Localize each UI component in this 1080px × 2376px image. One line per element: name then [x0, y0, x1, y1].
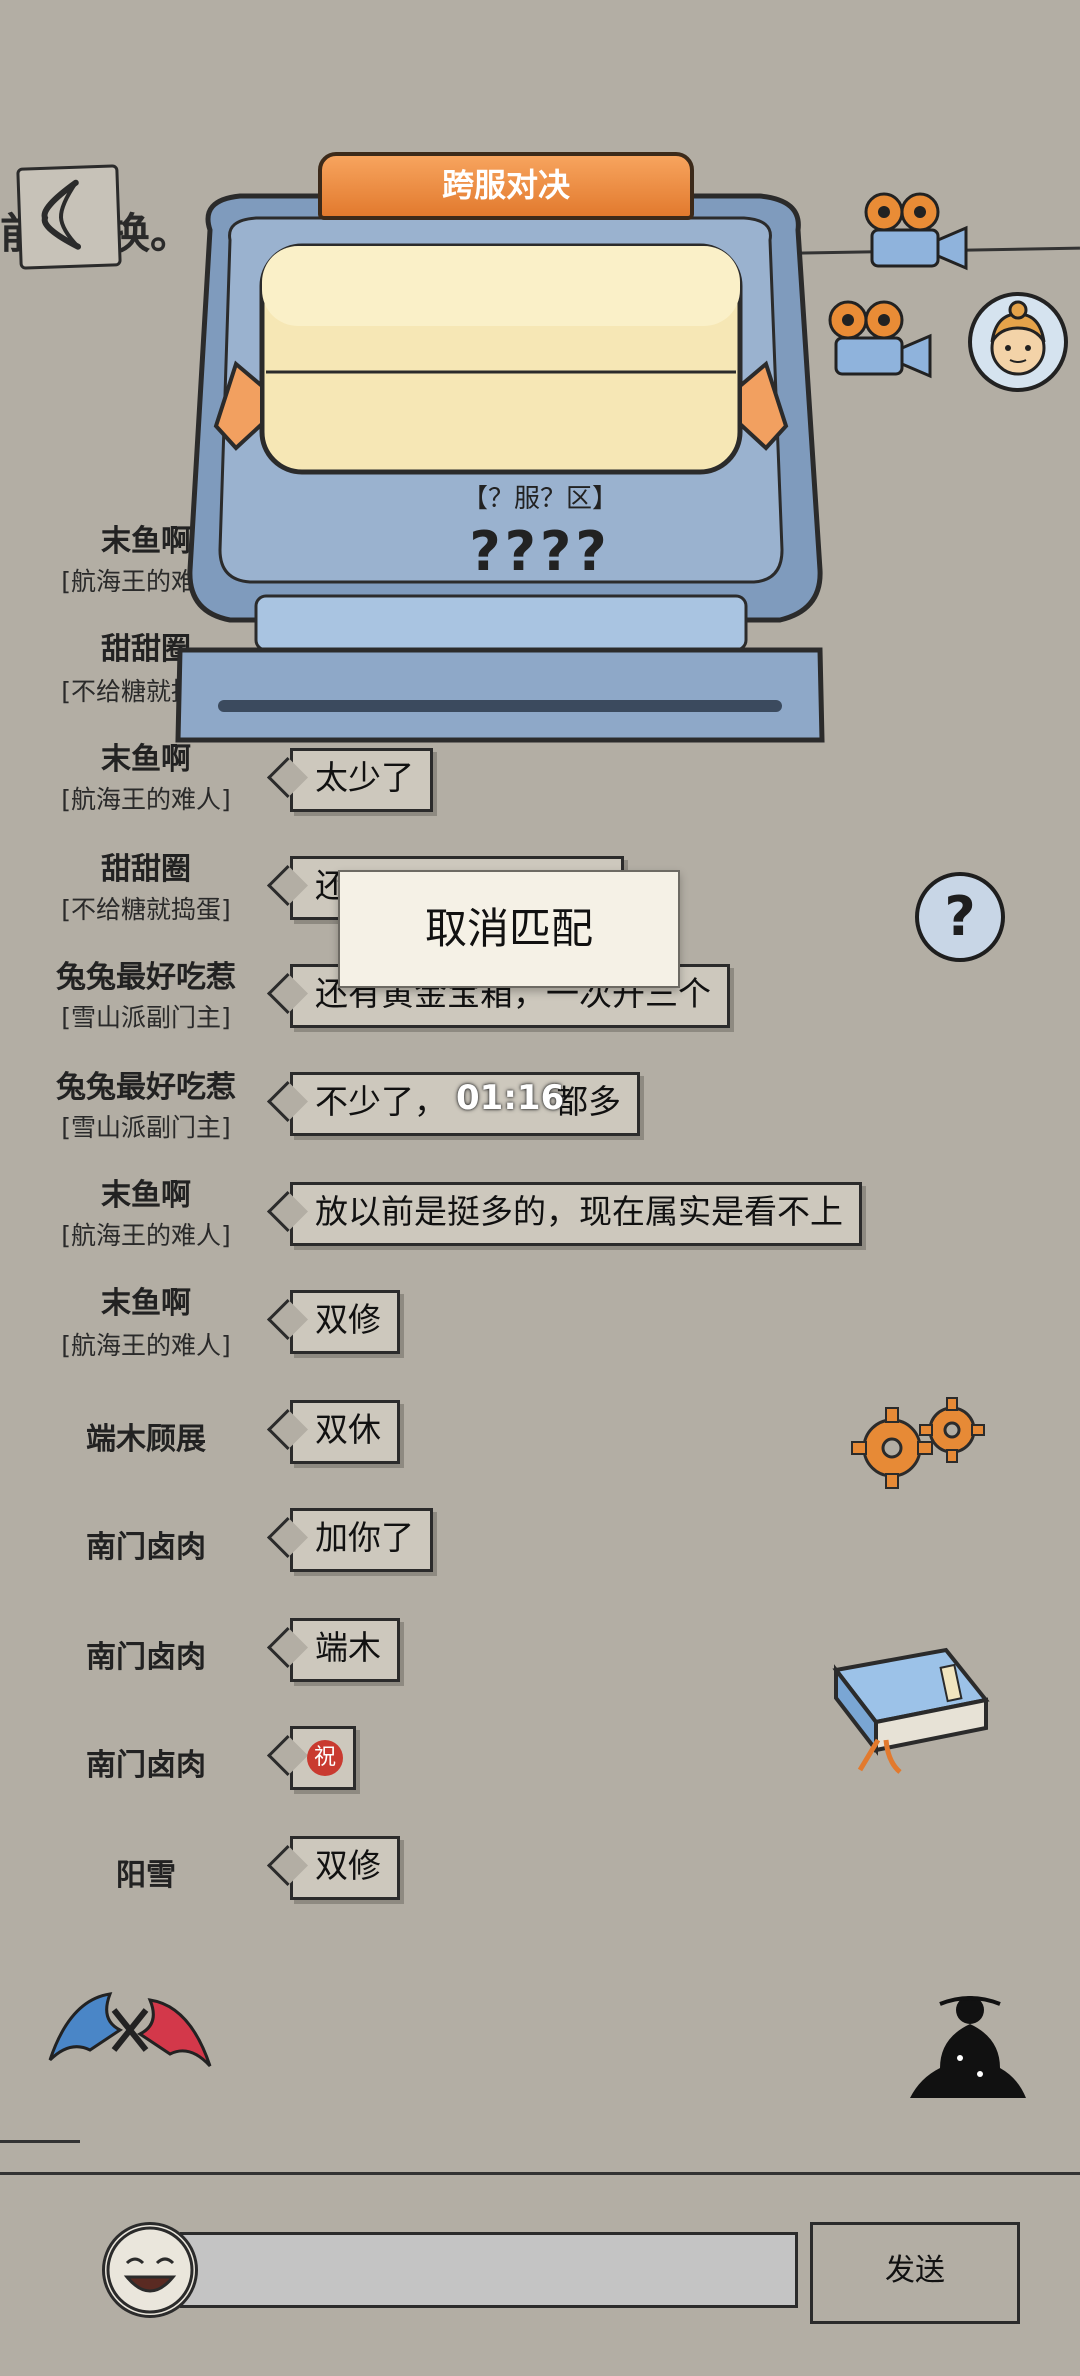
chat-message: 双休 — [315, 1410, 381, 1449]
match-timer: 01:16 — [456, 1078, 565, 1118]
divider-line — [0, 2172, 1080, 2175]
chat-message-bubble: 太少了 — [290, 748, 433, 812]
chat-message: 加你了 — [315, 1518, 414, 1557]
chat-message-bubble: 双休 — [290, 1400, 400, 1464]
chat-message: 端木 — [315, 1628, 381, 1667]
back-button[interactable] — [16, 164, 122, 270]
chat-message-end: 都多 — [555, 1082, 621, 1121]
chat-name[interactable]: 端木顾展 — [16, 1414, 276, 1458]
duel-icon[interactable] — [30, 1980, 230, 2080]
chat-title: [航海王的难人] — [61, 1221, 231, 1250]
chat-message-bubble: 祝 — [290, 1726, 356, 1790]
divider-line — [0, 2140, 80, 2143]
cross-server-title: 跨服对决 — [318, 152, 694, 220]
chat-title: [航海王的难人] — [61, 1331, 231, 1360]
chat-name[interactable]: 阳雪 — [16, 1850, 276, 1894]
settings-gears-icon[interactable] — [848, 1392, 994, 1502]
opponent-name: ???? — [469, 520, 611, 583]
video-camera-icon-2[interactable] — [826, 296, 938, 386]
chat-message: 不少了， — [315, 1082, 447, 1121]
chat-message: 祝 — [307, 1739, 343, 1776]
chat-name[interactable]: 末鱼啊 — [16, 1170, 276, 1214]
chat-name[interactable]: 南门卤肉 — [16, 1740, 276, 1784]
emoji-icon[interactable] — [102, 2222, 198, 2318]
chat-name[interactable]: 末鱼啊 — [16, 1278, 276, 1322]
server-label: 【？服？区】 — [461, 484, 618, 514]
chat-name[interactable]: 兔兔最好吃惹 — [16, 1062, 276, 1106]
chat-name[interactable]: 兔兔最好吃惹 — [16, 952, 276, 996]
video-camera-icon[interactable] — [862, 188, 974, 278]
chat-title: [不给糖就捣蛋] — [61, 895, 231, 924]
chat-title: [雪山派副门主] — [61, 1113, 231, 1142]
chat-name[interactable]: 南门卤肉 — [16, 1632, 276, 1676]
back-arrow-icon — [41, 179, 82, 250]
chat-message: 双修 — [315, 1846, 381, 1885]
book-icon[interactable] — [826, 1640, 996, 1780]
chat-message-bubble: 双修 — [290, 1836, 400, 1900]
help-icon[interactable]: ? — [915, 872, 1005, 962]
chat-title: [航海王的难人] — [61, 785, 231, 814]
matchmaking-machine — [175, 193, 825, 743]
meditation-icon[interactable] — [900, 1988, 1030, 2118]
send-button[interactable]: 发送 — [810, 2222, 1020, 2324]
chat-name[interactable]: 甜甜圈 — [16, 844, 276, 888]
avatar[interactable] — [966, 290, 1070, 394]
chat-message-bubble: 端木 — [290, 1618, 400, 1682]
chat-name[interactable]: 南门卤肉 — [16, 1522, 276, 1566]
chat-message-bubble: 加你了 — [290, 1508, 433, 1572]
cancel-match-button[interactable]: 取消匹配 — [338, 870, 680, 988]
chat-message-bubble: 双修 — [290, 1290, 400, 1354]
chat-message: 太少了 — [315, 758, 414, 797]
chat-message: 双修 — [315, 1300, 381, 1339]
chat-input[interactable] — [180, 2232, 798, 2308]
chat-message: 放以前是挺多的，现在属实是看不上 — [315, 1192, 843, 1231]
chat-message-bubble: 放以前是挺多的，现在属实是看不上 — [290, 1182, 862, 1246]
chat-title: [雪山派副门主] — [61, 1003, 231, 1032]
